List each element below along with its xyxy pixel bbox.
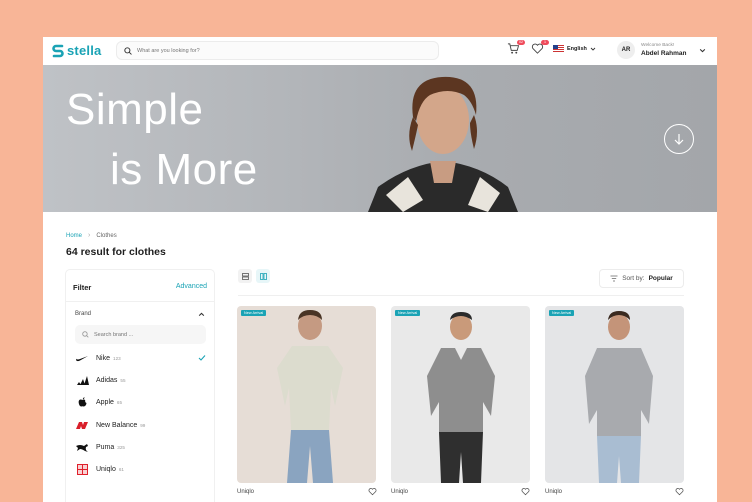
new-arrival-badge: New Arrival	[241, 310, 267, 316]
brand-count: 61	[118, 466, 124, 472]
view-toggle	[238, 269, 270, 283]
sort-label: Sort by:	[622, 275, 645, 282]
wishlist-badge: 1	[541, 40, 549, 45]
brand-name: Puma	[96, 443, 115, 451]
us-flag-icon	[553, 45, 564, 52]
apple-logo-icon	[75, 397, 89, 407]
chevron-up-icon[interactable]	[198, 311, 205, 318]
sort-dropdown[interactable]: Sort by: Popular	[599, 269, 684, 288]
top-header: stella 02 1 English AR Welcome Back!	[43, 37, 717, 65]
results-title: 64 result for clothes	[66, 246, 166, 258]
wishlist-button[interactable]: 1	[531, 40, 549, 56]
brand-name: Apple	[96, 398, 114, 406]
brand-search-input[interactable]	[94, 331, 194, 338]
arrow-down-icon	[674, 134, 684, 145]
cart-button[interactable]: 02	[507, 40, 525, 56]
search-input[interactable]	[137, 47, 417, 54]
new-arrival-badge: New Arrival	[395, 310, 421, 316]
product-card-image[interactable]: New Arrival	[545, 306, 684, 483]
cart-badge: 02	[517, 40, 525, 45]
list-icon	[241, 272, 249, 280]
app-window: stella 02 1 English AR Welcome Back!	[43, 37, 717, 502]
hero-title-line1: Simple	[66, 85, 204, 134]
brand-option-new-balance[interactable]: New Balance 99	[75, 417, 206, 433]
brand-option-adidas[interactable]: Adidas 55	[75, 372, 206, 388]
brand-count: 123	[113, 355, 121, 361]
adidas-logo-icon	[75, 375, 89, 385]
heart-icon[interactable]	[521, 487, 530, 496]
product-photo	[427, 312, 495, 483]
brand-option-uniqlo[interactable]: Uniqlo 61	[75, 461, 206, 477]
product-brand: Uniqlo	[391, 489, 409, 495]
search-bar[interactable]	[116, 41, 439, 60]
brand-option-nike[interactable]: Nike 123	[75, 350, 206, 366]
product-card-image[interactable]: New Arrival	[391, 306, 530, 483]
breadcrumb-chevron-icon: ›	[88, 232, 91, 239]
product-photo	[277, 310, 343, 483]
brand-option-apple[interactable]: Apple 65	[75, 394, 206, 410]
chevron-down-icon	[699, 48, 705, 52]
user-info: Welcome Back! Abdel Rahman	[641, 43, 687, 57]
hero-model-image	[368, 76, 518, 212]
grid-view-button[interactable]	[256, 269, 270, 283]
brand-name: Nike	[96, 354, 111, 362]
divider	[66, 301, 214, 302]
new-balance-logo-icon	[75, 420, 89, 430]
product-photo	[585, 311, 653, 483]
new-arrival-badge: New Arrival	[549, 310, 575, 316]
brand-count: 325	[117, 444, 125, 450]
brand-name: Adidas	[96, 376, 118, 384]
brand-count: 55	[120, 377, 126, 383]
divider	[238, 295, 684, 296]
search-icon	[82, 331, 89, 338]
product-card-image[interactable]: New Arrival	[237, 306, 376, 483]
brand-search[interactable]	[75, 325, 206, 344]
list-view-button[interactable]	[238, 269, 252, 283]
sort-value: Popular	[648, 275, 673, 282]
logo-icon	[52, 44, 64, 57]
user-name: Abdel Rahman	[641, 50, 687, 57]
language-selector[interactable]: English	[553, 45, 596, 52]
logo[interactable]: stella	[52, 43, 101, 58]
uniqlo-logo-icon	[75, 463, 89, 475]
filter-panel: Filter Advanced Brand Nike 123 Adidas 55…	[66, 270, 214, 502]
breadcrumb: Home › Clothes	[66, 232, 117, 239]
advanced-filter-link[interactable]: Advanced	[176, 283, 207, 290]
product-brand: Uniqlo	[545, 489, 563, 495]
scroll-down-button[interactable]	[664, 124, 694, 154]
product-brand: Uniqlo	[237, 489, 255, 495]
puma-logo-icon	[75, 442, 89, 452]
avatar: AR	[617, 41, 635, 59]
sort-icon	[610, 275, 618, 282]
heart-icon[interactable]	[368, 487, 377, 496]
hero-banner: Simple is More	[43, 65, 717, 212]
brand-option-puma[interactable]: Puma 325	[75, 439, 206, 455]
language-label: English	[567, 45, 587, 52]
brand-section-title: Brand	[75, 311, 92, 317]
check-icon	[198, 355, 206, 361]
hero-title-line2: is More	[110, 145, 258, 194]
welcome-text: Welcome Back!	[641, 43, 675, 48]
breadcrumb-home[interactable]: Home	[66, 233, 82, 239]
brand-count: 99	[140, 422, 146, 428]
user-menu[interactable]: AR Welcome Back! Abdel Rahman	[617, 41, 706, 59]
search-icon	[124, 46, 132, 55]
grid-icon	[259, 272, 267, 280]
brand-name: Uniqlo	[96, 465, 116, 473]
brand-count: 65	[116, 399, 123, 405]
breadcrumb-current: Clothes	[96, 232, 117, 239]
brand-name: New Balance	[96, 421, 138, 429]
nike-logo-icon	[75, 353, 89, 363]
header-icons: 02 1	[507, 40, 549, 56]
chevron-down-icon	[590, 47, 596, 51]
filter-title: Filter	[73, 283, 92, 292]
logo-text: stella	[67, 43, 102, 58]
heart-icon[interactable]	[675, 487, 684, 496]
